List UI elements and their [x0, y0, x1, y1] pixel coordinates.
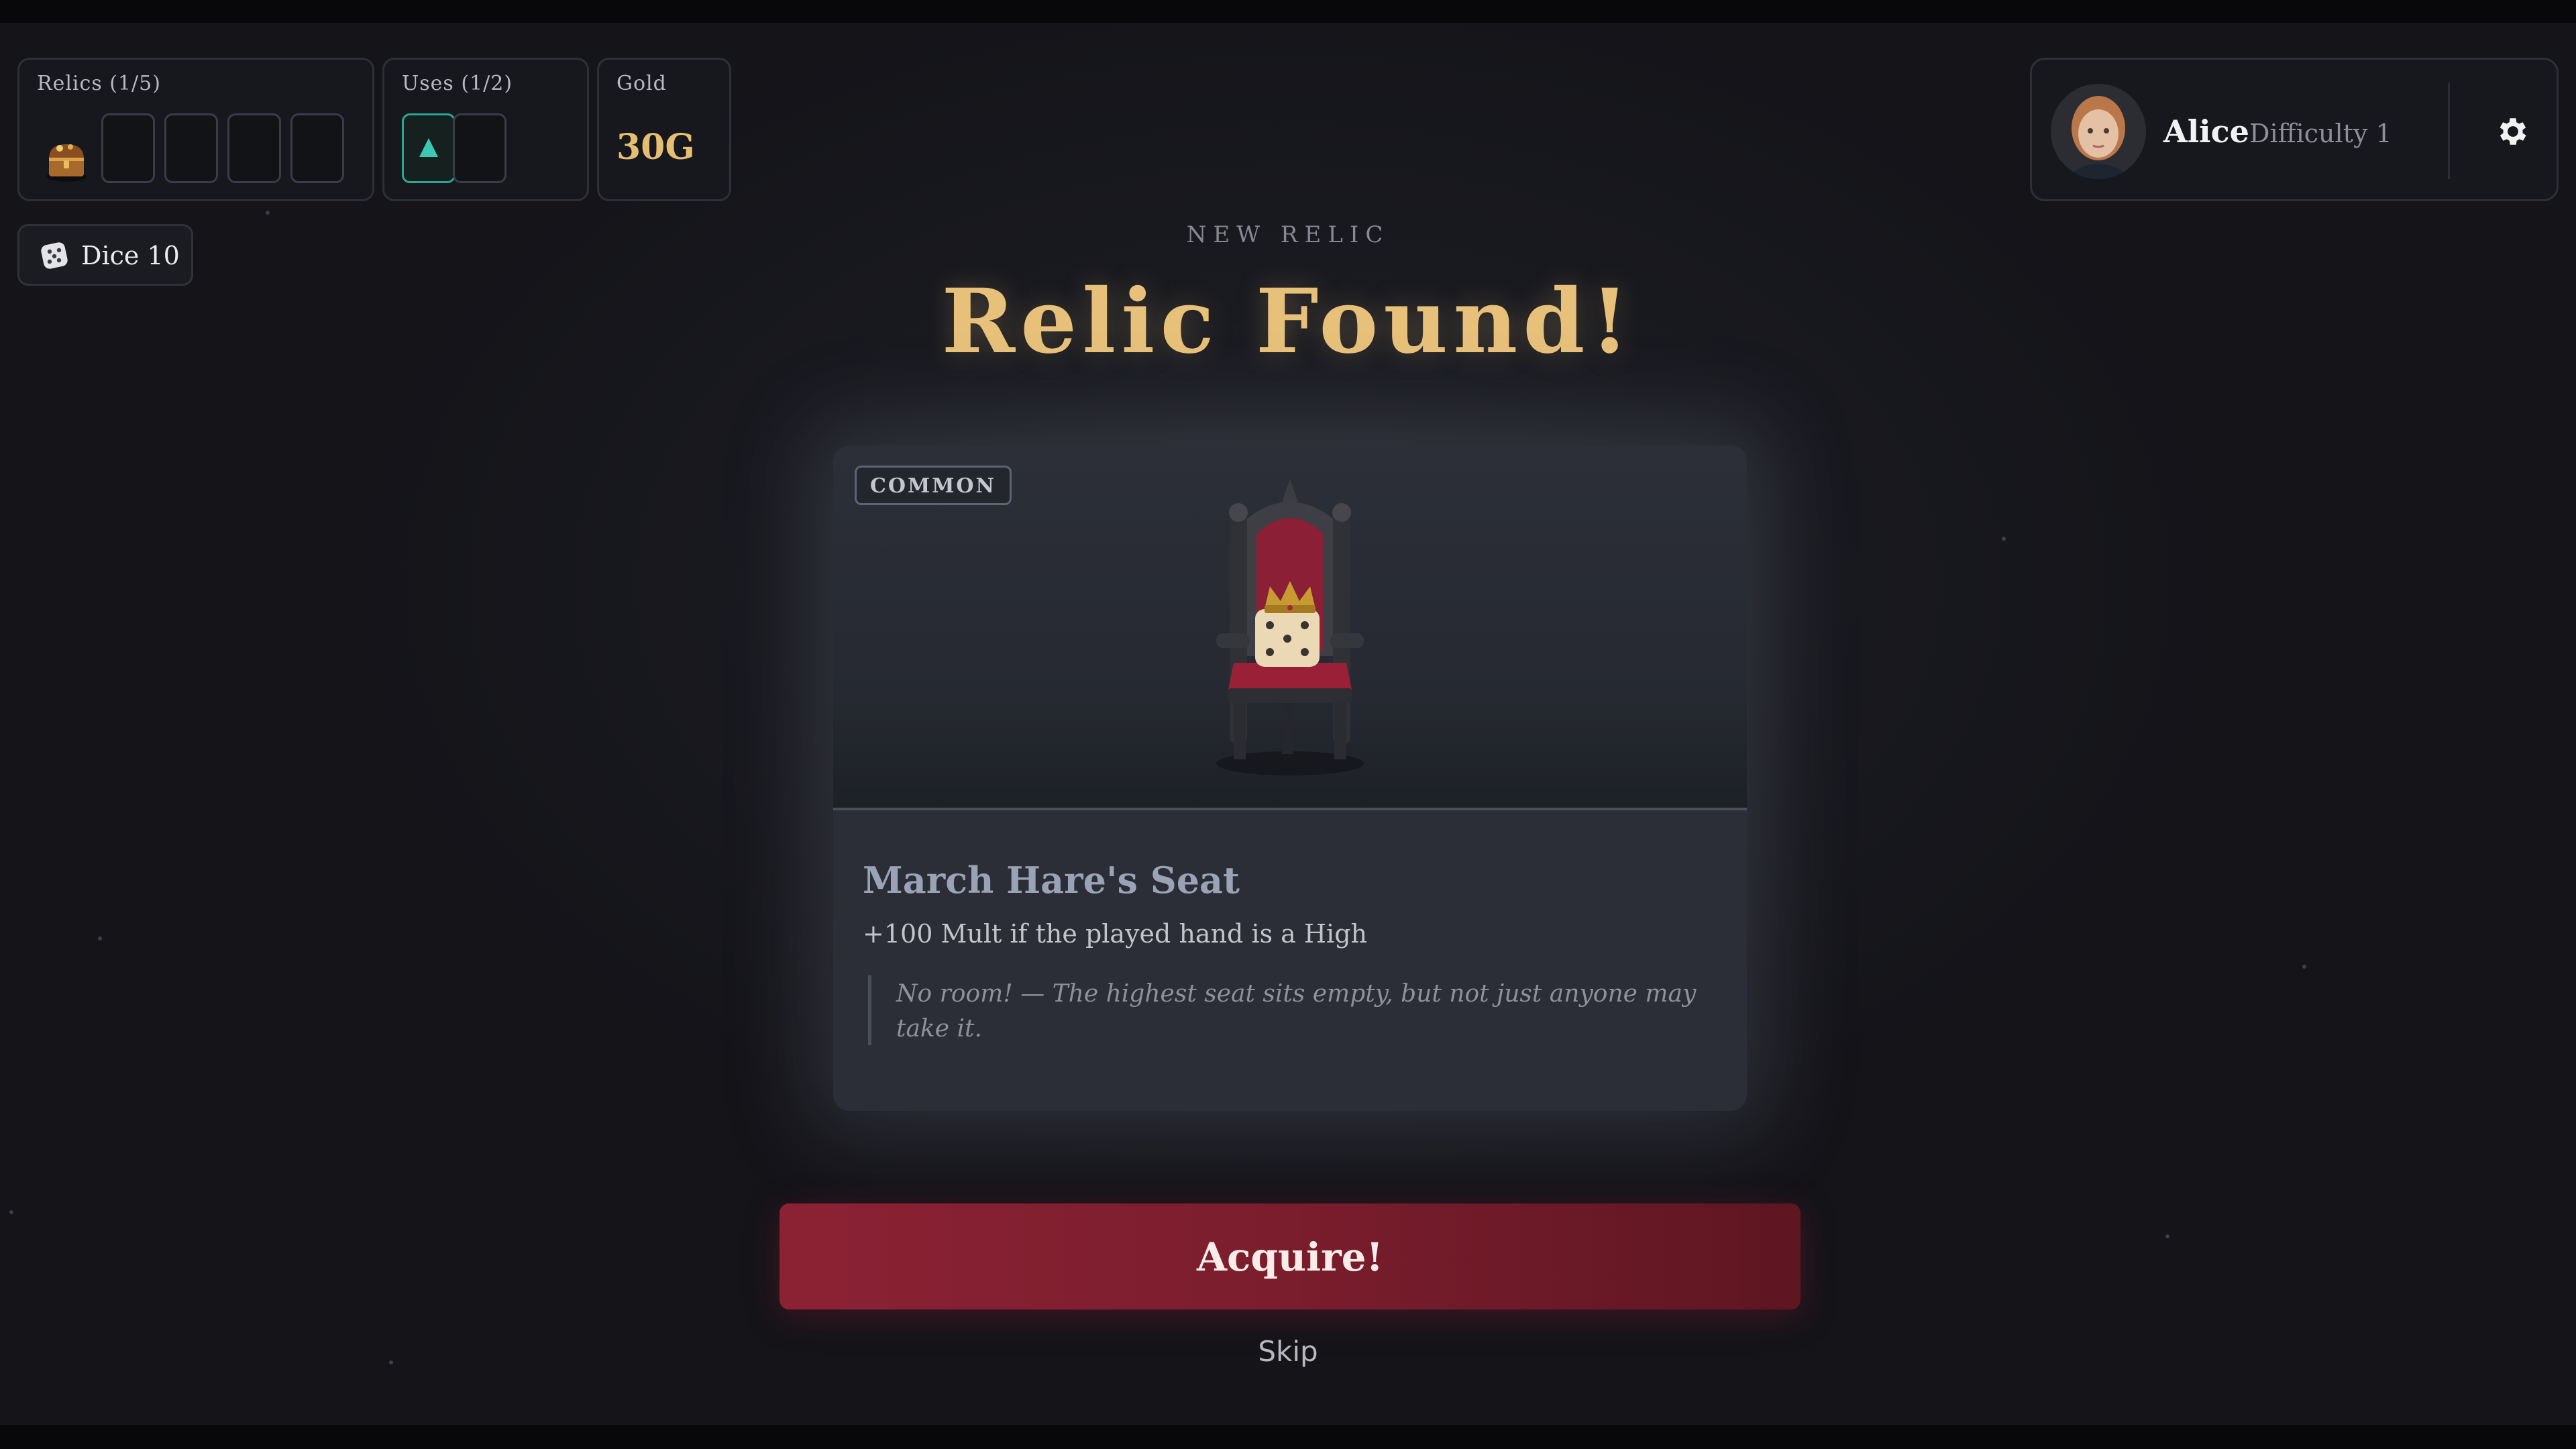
background-star: [266, 211, 270, 215]
relic-slot-2[interactable]: [101, 113, 155, 183]
relic-card: COMMON March Hare's Seat +100 Mult if th…: [833, 445, 1747, 1111]
player-profile: Alice Difficulty 1: [2030, 58, 2559, 201]
relic-slot-5[interactable]: [290, 113, 344, 183]
use-slot-1[interactable]: [402, 113, 455, 183]
relic-slot-4[interactable]: [227, 113, 281, 183]
flavor-quote-bar: [868, 975, 871, 1045]
player-name: Alice: [2163, 113, 2249, 150]
use-slot-2[interactable]: [453, 113, 506, 183]
relic-effect: +100 Mult if the played hand is a High: [863, 919, 1368, 949]
relic-slot-3[interactable]: [164, 113, 218, 183]
uses-panel: Uses (1/2): [382, 58, 589, 201]
skip-button[interactable]: Skip: [0, 1335, 2576, 1368]
triangle-icon: [419, 138, 438, 157]
background-star: [2002, 537, 2006, 541]
relic-name: March Hare's Seat: [863, 859, 1240, 902]
difficulty-label: Difficulty 1: [2249, 119, 2392, 148]
background-star: [2165, 1234, 2169, 1238]
gold-panel: Gold 30G: [597, 58, 731, 201]
relic-art-area: COMMON: [833, 445, 1747, 810]
reward-kicker: NEW RELIC: [1186, 221, 1390, 248]
relics-panel: Relics (1/5): [17, 58, 374, 201]
divider: [2448, 83, 2450, 179]
treasure-chest-icon: [46, 144, 87, 182]
relics-label: Relics (1/5): [37, 72, 161, 95]
throne-with-dice-image: [1216, 479, 1364, 775]
relic-slot-1[interactable]: [40, 124, 93, 194]
acquire-button[interactable]: Acquire!: [780, 1203, 1801, 1309]
relic-flavor-text: No room! — The highest seat sits empty, …: [896, 980, 1697, 1042]
gold-label: Gold: [616, 72, 667, 95]
gold-amount: 30G: [616, 127, 695, 168]
avatar[interactable]: [2051, 84, 2146, 179]
background-star: [9, 1210, 13, 1214]
gear-icon: [2500, 118, 2526, 145]
reward-title: Relic Found!: [941, 270, 1635, 374]
rarity-badge: COMMON: [855, 466, 1012, 505]
player-portrait: [2051, 84, 2146, 179]
background-star: [2302, 965, 2306, 969]
uses-label: Uses (1/2): [402, 72, 513, 95]
settings-button[interactable]: [2495, 113, 2531, 150]
background-star: [98, 936, 102, 941]
